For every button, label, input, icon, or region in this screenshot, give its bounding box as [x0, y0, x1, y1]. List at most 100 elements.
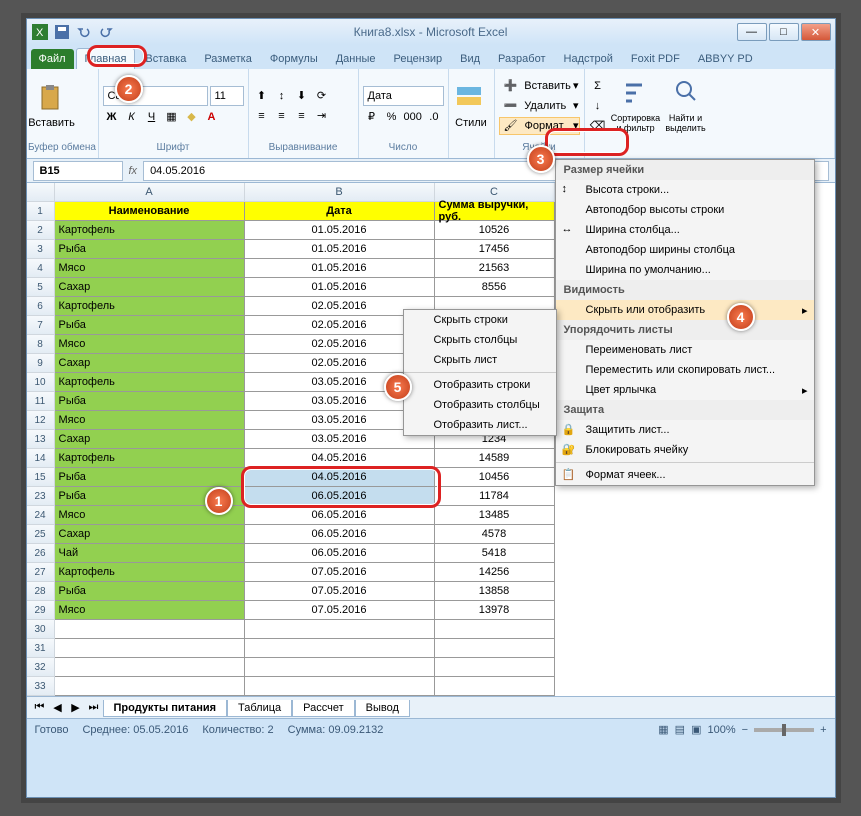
tab-вид[interactable]: Вид: [452, 49, 488, 69]
close-button[interactable]: ✕: [801, 23, 831, 41]
menu-default-width[interactable]: Ширина по умолчанию...: [556, 260, 814, 280]
tab-разработ[interactable]: Разработ: [490, 49, 553, 69]
sheet-tab[interactable]: Продукты питания: [103, 700, 228, 717]
cell[interactable]: 13485: [435, 506, 555, 525]
cell[interactable]: Чай: [55, 544, 245, 563]
row-header[interactable]: 2: [27, 221, 55, 240]
delete-cells-button[interactable]: ➖ Удалить▾: [499, 97, 580, 115]
zoom-in-icon[interactable]: +: [820, 724, 826, 736]
tab-abbyy pd[interactable]: ABBYY PD: [690, 49, 761, 69]
menu-protect-sheet[interactable]: 🔒Защитить лист...: [556, 420, 814, 440]
cell[interactable]: 17456: [435, 240, 555, 259]
sheet-tab[interactable]: Таблица: [227, 700, 292, 717]
cell[interactable]: 4578: [435, 525, 555, 544]
fill-icon[interactable]: ↓: [589, 97, 607, 115]
cell[interactable]: [245, 639, 435, 658]
font-name-combo[interactable]: Calibri: [103, 86, 208, 106]
cell[interactable]: Картофель: [55, 563, 245, 582]
cell[interactable]: [435, 658, 555, 677]
font-size-combo[interactable]: 11: [210, 86, 244, 106]
menu-hide-sheet[interactable]: Скрыть лист: [404, 350, 556, 370]
thousands-icon[interactable]: 000: [403, 108, 423, 126]
row-header[interactable]: 33: [27, 677, 55, 696]
cell[interactable]: Картофель: [55, 449, 245, 468]
row-header[interactable]: 30: [27, 620, 55, 639]
menu-lock-cell[interactable]: 🔐Блокировать ячейку: [556, 440, 814, 460]
menu-autofit-row[interactable]: Автоподбор высоты строки: [556, 200, 814, 220]
row-header[interactable]: 4: [27, 259, 55, 278]
row-header[interactable]: 7: [27, 316, 55, 335]
row-header[interactable]: 1: [27, 202, 55, 221]
menu-hide-cols[interactable]: Скрыть столбцы: [404, 330, 556, 350]
cell[interactable]: 10526: [435, 221, 555, 240]
sheet-nav-last-icon[interactable]: ⏭: [85, 699, 103, 717]
row-header[interactable]: 23: [27, 487, 55, 506]
menu-show-cols[interactable]: Отобразить столбцы: [404, 395, 556, 415]
format-cells-button[interactable]: 🖌 Формат▾: [499, 117, 580, 135]
menu-move-sheet[interactable]: Переместить или скопировать лист...: [556, 360, 814, 380]
row-header[interactable]: 9: [27, 354, 55, 373]
align-top-icon[interactable]: ⬆: [253, 87, 271, 105]
percent-icon[interactable]: %: [383, 108, 401, 126]
cell[interactable]: [435, 620, 555, 639]
align-center-icon[interactable]: ≡: [273, 107, 291, 125]
redo-icon[interactable]: [97, 23, 115, 41]
sheet-nav-prev-icon[interactable]: ◀: [49, 699, 67, 717]
inc-dec-icon[interactable]: .0: [425, 108, 443, 126]
cell[interactable]: 06.05.2016: [245, 506, 435, 525]
row-header[interactable]: 31: [27, 639, 55, 658]
tab-формулы[interactable]: Формулы: [262, 49, 326, 69]
row-header[interactable]: 8: [27, 335, 55, 354]
cell[interactable]: Картофель: [55, 297, 245, 316]
align-mid-icon[interactable]: ↕: [273, 87, 291, 105]
indent-icon[interactable]: ⇥: [313, 107, 331, 125]
cell[interactable]: Мясо: [55, 506, 245, 525]
find-select-button[interactable]: Найти и выделить: [665, 79, 707, 133]
row-header[interactable]: 29: [27, 601, 55, 620]
cell[interactable]: [55, 677, 245, 696]
menu-hide-show[interactable]: Скрыть или отобразить▸: [556, 300, 814, 320]
cell[interactable]: 06.05.2016: [245, 487, 435, 506]
cell[interactable]: Мясо: [55, 411, 245, 430]
cell[interactable]: Сахар: [55, 278, 245, 297]
row-header[interactable]: 3: [27, 240, 55, 259]
sheet-nav-first-icon[interactable]: ⏮: [31, 699, 49, 717]
fill-color-button[interactable]: ◆: [183, 108, 201, 126]
sort-filter-button[interactable]: Сортировка и фильтр: [615, 79, 657, 133]
cell[interactable]: 01.05.2016: [245, 278, 435, 297]
cell[interactable]: 13858: [435, 582, 555, 601]
cell[interactable]: [435, 677, 555, 696]
tab-рецензир[interactable]: Рецензир: [385, 49, 450, 69]
tab-надстрой[interactable]: Надстрой: [556, 49, 621, 69]
cell[interactable]: 06.05.2016: [245, 525, 435, 544]
row-header[interactable]: 26: [27, 544, 55, 563]
cell[interactable]: Мясо: [55, 259, 245, 278]
tab-разметка[interactable]: Разметка: [196, 49, 260, 69]
row-header[interactable]: 32: [27, 658, 55, 677]
select-all-corner[interactable]: [27, 183, 55, 202]
align-bot-icon[interactable]: ⬇: [293, 87, 311, 105]
cell[interactable]: 01.05.2016: [245, 221, 435, 240]
cell[interactable]: Рыба: [55, 582, 245, 601]
row-header[interactable]: 5: [27, 278, 55, 297]
cell[interactable]: 07.05.2016: [245, 582, 435, 601]
fx-icon[interactable]: fx: [129, 165, 138, 177]
row-header[interactable]: 27: [27, 563, 55, 582]
row-header[interactable]: 13: [27, 430, 55, 449]
cell[interactable]: 21563: [435, 259, 555, 278]
cell[interactable]: Мясо: [55, 601, 245, 620]
menu-format-cells[interactable]: 📋Формат ячеек...: [556, 465, 814, 485]
tab-foxit pdf[interactable]: Foxit PDF: [623, 49, 688, 69]
zoom-out-icon[interactable]: −: [742, 724, 748, 736]
menu-tab-color[interactable]: Цвет ярлычка▸: [556, 380, 814, 400]
cell[interactable]: 8556: [435, 278, 555, 297]
styles-button[interactable]: Стили: [453, 83, 490, 129]
menu-show-sheet[interactable]: Отобразить лист...: [404, 415, 556, 435]
cell[interactable]: [245, 658, 435, 677]
cell[interactable]: Сумма выручки, руб.: [435, 202, 555, 221]
paste-button[interactable]: Вставить: [31, 83, 73, 129]
cell[interactable]: Сахар: [55, 354, 245, 373]
minimize-button[interactable]: —: [737, 23, 767, 41]
cell[interactable]: Сахар: [55, 525, 245, 544]
italic-button[interactable]: К: [123, 108, 141, 126]
